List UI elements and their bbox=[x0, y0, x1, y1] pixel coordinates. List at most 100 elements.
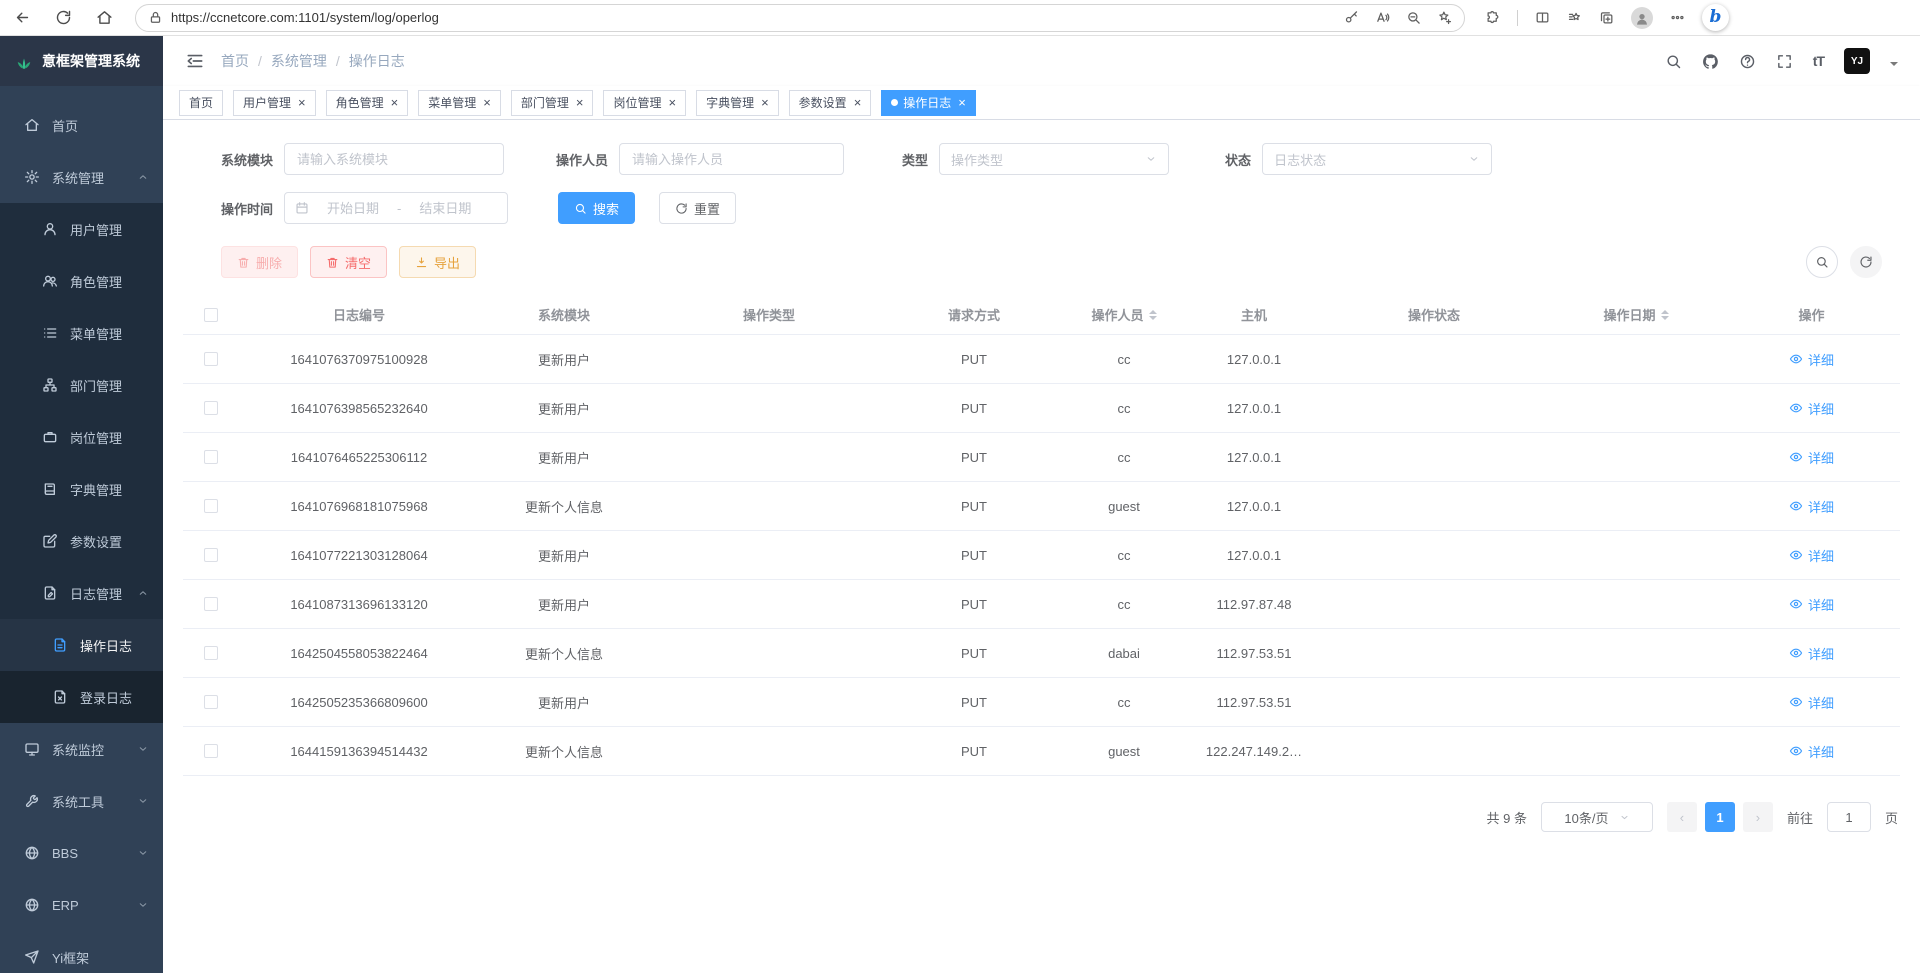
sidebar-item[interactable]: 部门管理 bbox=[0, 359, 163, 411]
table-header-cell[interactable] bbox=[183, 295, 239, 334]
row-checkbox[interactable] bbox=[204, 695, 218, 709]
bing-chat-icon[interactable]: b bbox=[1702, 4, 1729, 31]
back-icon[interactable] bbox=[14, 9, 31, 26]
table-header-cell[interactable]: 操作 bbox=[1723, 295, 1900, 334]
tab[interactable]: 部门管理 × bbox=[511, 90, 594, 116]
sidebar-item[interactable]: 参数设置 bbox=[0, 515, 163, 567]
close-icon[interactable]: × bbox=[668, 96, 676, 109]
sidebar-fold-icon[interactable] bbox=[185, 51, 205, 71]
sidebar-item[interactable]: 系统管理 bbox=[0, 151, 163, 203]
detail-link[interactable]: 详细 bbox=[1789, 350, 1834, 369]
tab[interactable]: 字典管理 × bbox=[696, 90, 779, 116]
url-text[interactable]: https://ccnetcore.com:1101/system/log/op… bbox=[171, 10, 1336, 25]
home-icon[interactable] bbox=[96, 9, 113, 26]
row-checkbox[interactable] bbox=[204, 744, 218, 758]
breadcrumb-item[interactable]: 系统管理 / bbox=[271, 51, 340, 71]
sidebar-item[interactable]: 操作日志 bbox=[0, 619, 163, 671]
sidebar-item[interactable]: BBS bbox=[0, 827, 163, 879]
table-header-cell[interactable]: 操作状态 bbox=[1319, 295, 1549, 334]
prev-page-button[interactable]: ‹ bbox=[1667, 802, 1697, 832]
detail-link[interactable]: 详细 bbox=[1789, 399, 1834, 418]
detail-link[interactable]: 详细 bbox=[1789, 497, 1834, 516]
browser-profile-avatar[interactable] bbox=[1631, 7, 1653, 29]
delete-button[interactable]: 删除 bbox=[221, 246, 298, 278]
reload-icon[interactable] bbox=[55, 9, 72, 26]
sidebar-item[interactable]: 日志管理 bbox=[0, 567, 163, 619]
sidebar-item[interactable]: 菜单管理 bbox=[0, 307, 163, 359]
sidebar-item[interactable]: 用户管理 bbox=[0, 203, 163, 255]
sidebar-item[interactable]: 角色管理 bbox=[0, 255, 163, 307]
detail-link[interactable]: 详细 bbox=[1789, 644, 1834, 663]
avatar-caret-icon[interactable] bbox=[1890, 62, 1898, 70]
table-refresh-button[interactable] bbox=[1850, 246, 1882, 278]
tab[interactable]: 菜单管理 × bbox=[418, 90, 501, 116]
table-header-cell[interactable]: 日志编号 bbox=[239, 295, 479, 334]
sort-carets-icon[interactable] bbox=[1661, 306, 1669, 324]
breadcrumb-item[interactable]: 首页 / bbox=[221, 51, 262, 71]
collections-icon[interactable] bbox=[1599, 10, 1614, 25]
github-icon[interactable] bbox=[1702, 53, 1719, 70]
tab[interactable]: 操作日志 × bbox=[881, 90, 976, 116]
app-logo[interactable]: 意框架管理系统 bbox=[0, 36, 163, 86]
close-icon[interactable]: × bbox=[576, 96, 584, 109]
end-date-input[interactable] bbox=[409, 201, 481, 216]
table-header-cell[interactable]: 系统模块 bbox=[479, 295, 649, 334]
date-range-picker[interactable]: - bbox=[284, 192, 508, 224]
row-checkbox[interactable] bbox=[204, 401, 218, 415]
zoom-out-icon[interactable] bbox=[1406, 10, 1421, 25]
font-size-icon[interactable]: tT bbox=[1813, 53, 1824, 69]
row-checkbox[interactable] bbox=[204, 548, 218, 562]
table-search-toggle-button[interactable] bbox=[1806, 246, 1838, 278]
sidebar-item[interactable]: Yi框架 bbox=[0, 931, 163, 973]
close-icon[interactable]: × bbox=[298, 96, 306, 109]
table-header-cell[interactable]: 主机 bbox=[1189, 295, 1319, 334]
sidebar-item[interactable]: 字典管理 bbox=[0, 463, 163, 515]
sidebar-item[interactable]: 首页 bbox=[0, 99, 163, 151]
tab[interactable]: 角色管理 × bbox=[326, 90, 409, 116]
operator-input[interactable] bbox=[619, 143, 844, 175]
table-header-cell[interactable]: 操作人员 bbox=[1059, 295, 1189, 334]
password-key-icon[interactable] bbox=[1344, 10, 1359, 25]
settings-more-icon[interactable] bbox=[1670, 10, 1685, 25]
sidebar-item[interactable]: 岗位管理 bbox=[0, 411, 163, 463]
select-all-checkbox[interactable] bbox=[204, 308, 218, 322]
detail-link[interactable]: 详细 bbox=[1789, 693, 1834, 712]
page-size-select[interactable]: 10条/页 bbox=[1541, 802, 1653, 832]
module-input[interactable] bbox=[284, 143, 504, 175]
table-header-cell[interactable]: 操作类型 bbox=[649, 295, 889, 334]
search-button[interactable]: 搜索 bbox=[558, 192, 635, 224]
user-avatar[interactable]: YJ bbox=[1844, 48, 1870, 74]
split-screen-icon[interactable] bbox=[1535, 10, 1550, 25]
tab[interactable]: 参数设置 × bbox=[789, 90, 872, 116]
sort-carets-icon[interactable] bbox=[1149, 306, 1157, 324]
detail-link[interactable]: 详细 bbox=[1789, 742, 1834, 761]
help-icon[interactable] bbox=[1739, 53, 1756, 70]
address-bar[interactable]: https://ccnetcore.com:1101/system/log/op… bbox=[135, 4, 1465, 32]
reset-button[interactable]: 重置 bbox=[659, 192, 736, 224]
read-aloud-icon[interactable] bbox=[1375, 10, 1390, 25]
row-checkbox[interactable] bbox=[204, 450, 218, 464]
table-header-cell[interactable]: 请求方式 bbox=[889, 295, 1059, 334]
type-select[interactable]: 操作类型 bbox=[939, 143, 1169, 175]
favorites-icon[interactable] bbox=[1567, 10, 1582, 25]
row-checkbox[interactable] bbox=[204, 499, 218, 513]
header-search-icon[interactable] bbox=[1665, 53, 1682, 70]
close-icon[interactable]: × bbox=[854, 96, 862, 109]
lock-icon[interactable] bbox=[148, 10, 163, 25]
close-icon[interactable]: × bbox=[761, 96, 769, 109]
row-checkbox[interactable] bbox=[204, 646, 218, 660]
tab[interactable]: 岗位管理 × bbox=[603, 90, 686, 116]
next-page-button[interactable]: › bbox=[1743, 802, 1773, 832]
sidebar-item[interactable]: ERP bbox=[0, 879, 163, 931]
clear-button[interactable]: 清空 bbox=[310, 246, 387, 278]
sidebar-item[interactable]: 登录日志 bbox=[0, 671, 163, 723]
close-icon[interactable]: × bbox=[483, 96, 491, 109]
table-header-cell[interactable]: 操作日期 bbox=[1549, 295, 1723, 334]
current-page-button[interactable]: 1 bbox=[1705, 802, 1735, 832]
breadcrumb-item[interactable]: 操作日志 bbox=[349, 51, 414, 71]
tab[interactable]: 首页 bbox=[179, 90, 223, 116]
goto-page-input[interactable] bbox=[1827, 802, 1871, 832]
detail-link[interactable]: 详细 bbox=[1789, 595, 1834, 614]
tab[interactable]: 用户管理 × bbox=[233, 90, 316, 116]
close-icon[interactable]: × bbox=[391, 96, 399, 109]
